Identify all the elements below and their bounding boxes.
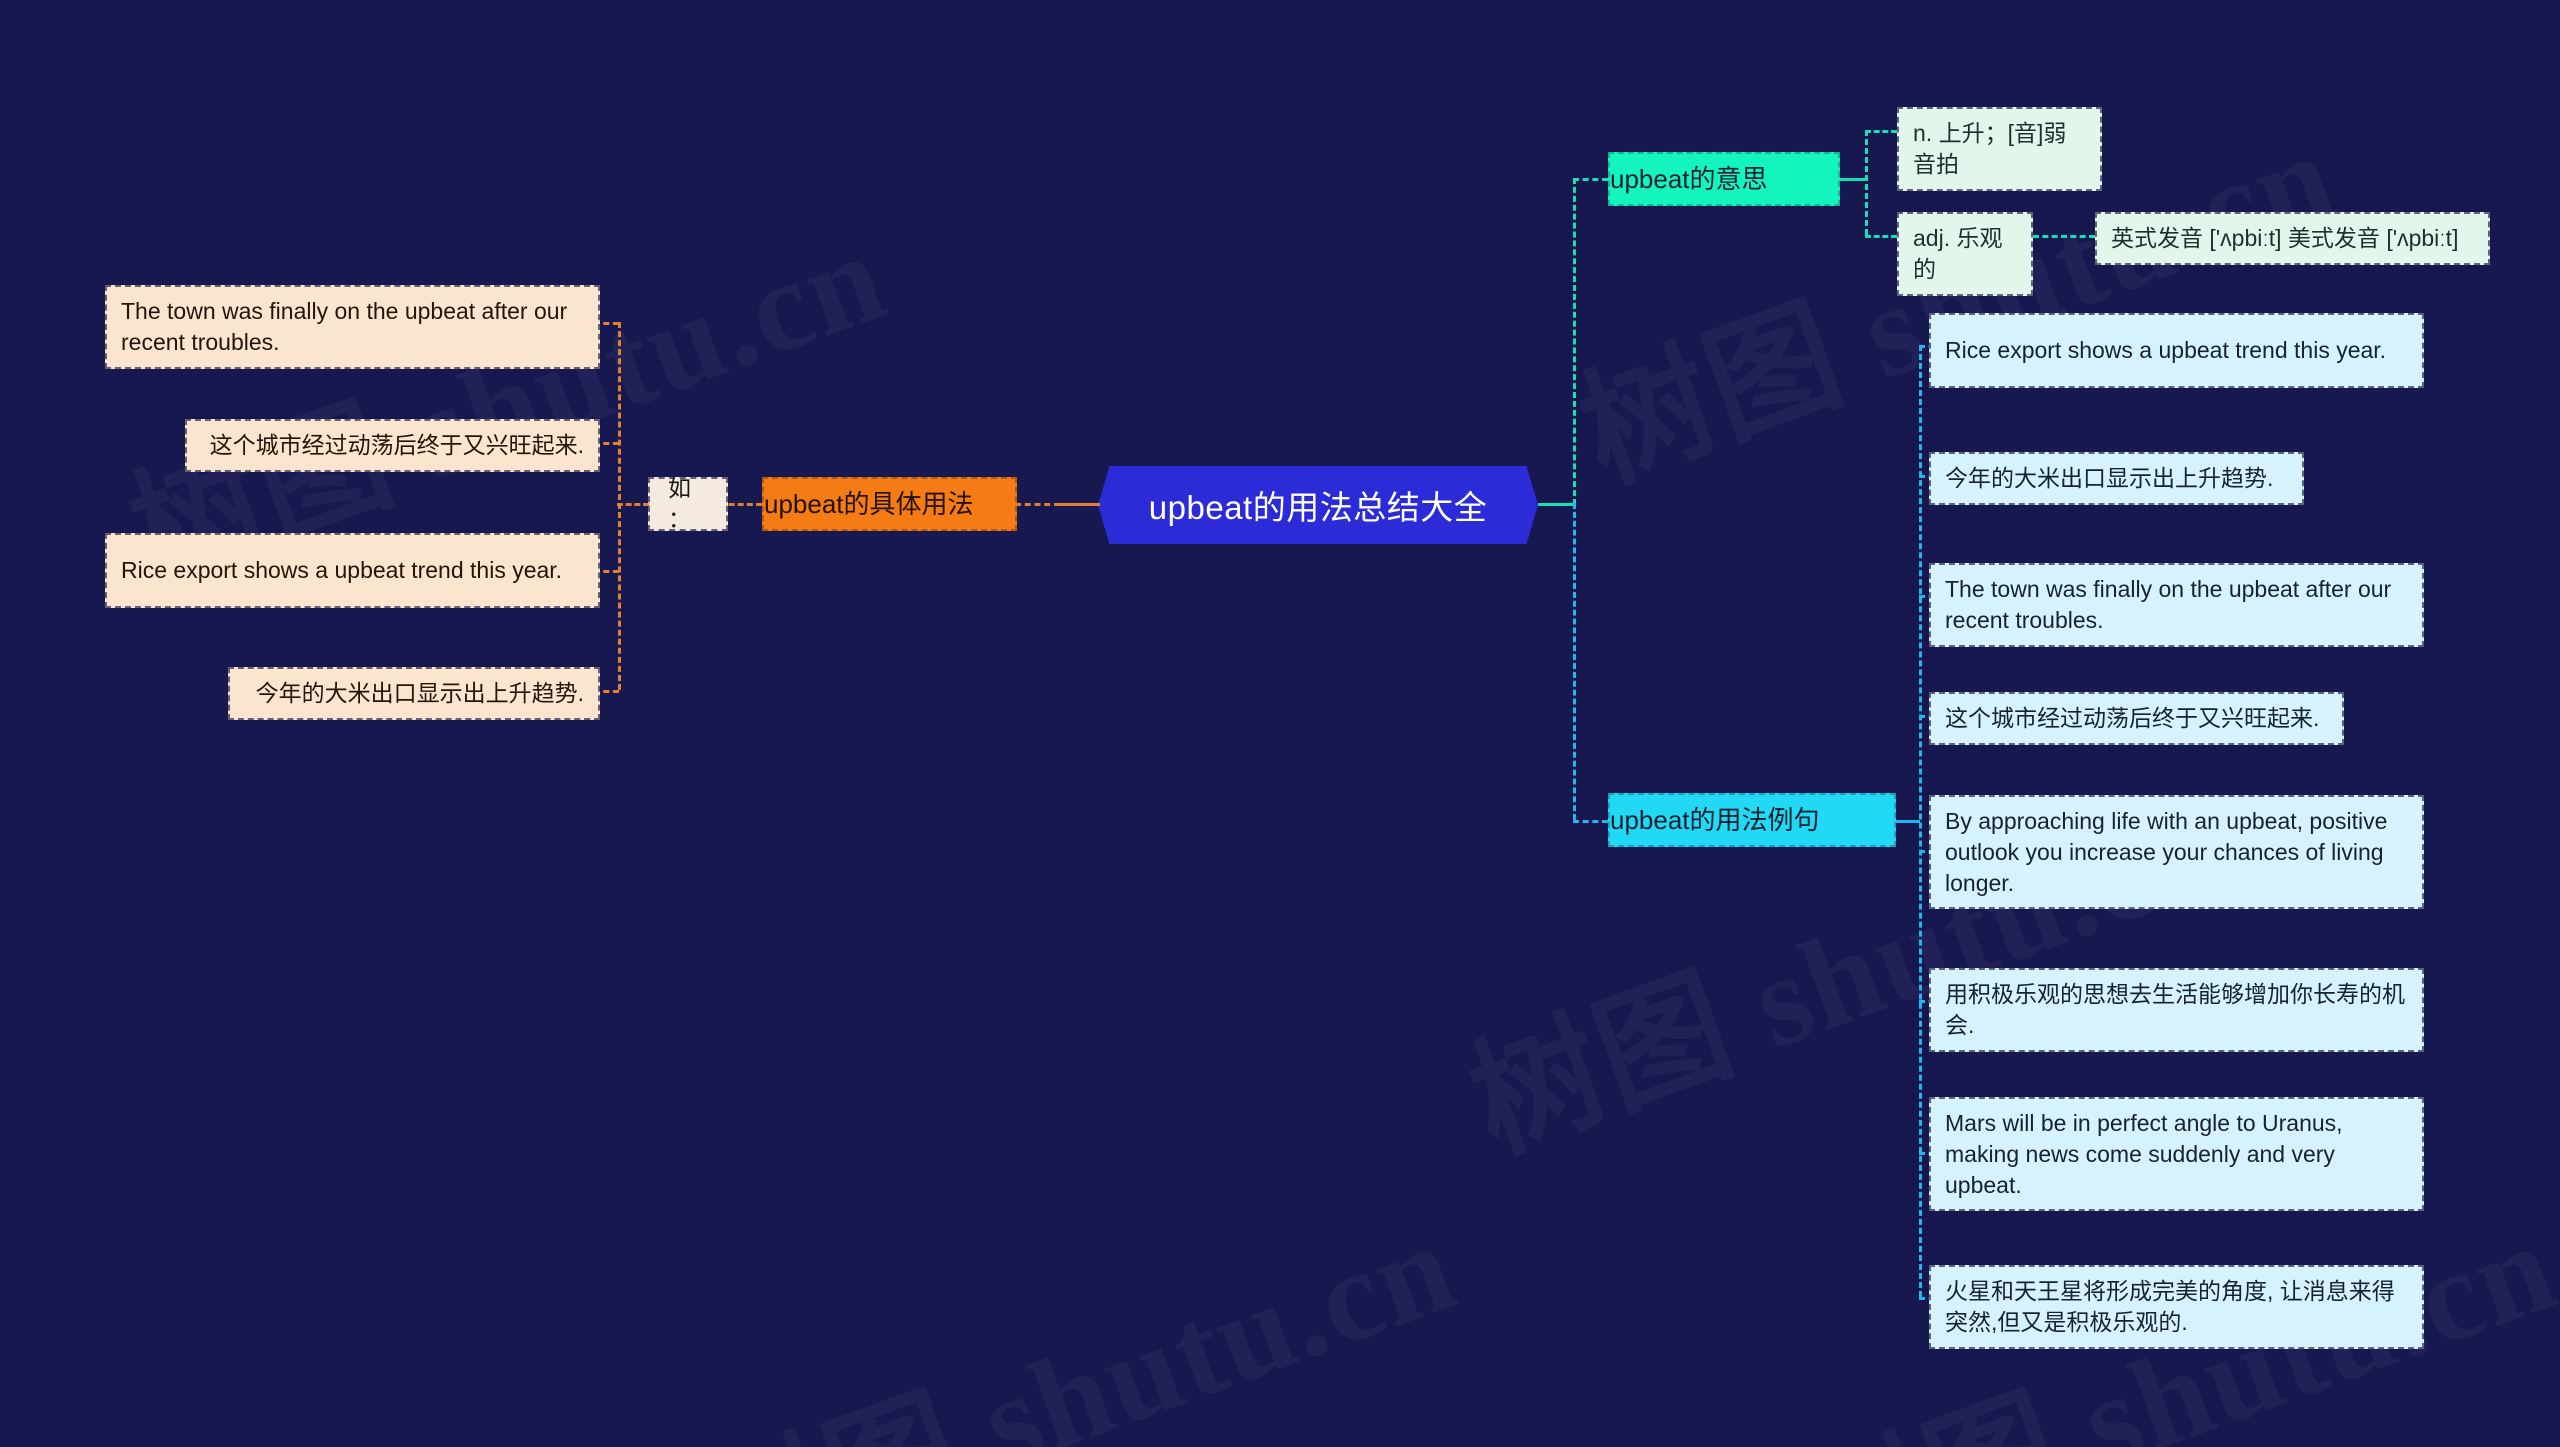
leaf-examples-3[interactable]: 这个城市经过动荡后终于又兴旺起来. xyxy=(1929,692,2344,745)
leaf-examples-4[interactable]: By approaching life with an upbeat, posi… xyxy=(1929,795,2424,910)
leaf-usage-3[interactable]: 今年的大米出口显示出上升趋势. xyxy=(228,667,600,720)
trunk-up-meaning xyxy=(1573,178,1576,505)
leaf-usage-2[interactable]: Rice export shows a upbeat trend this ye… xyxy=(105,533,600,608)
branch-usage-label: upbeat的具体用法 xyxy=(764,488,974,519)
meaning-right-stub xyxy=(1840,178,1866,181)
connector-to-usage xyxy=(1015,503,1060,506)
leaf-usage-1[interactable]: 这个城市经过动荡后终于又兴旺起来. xyxy=(185,419,600,472)
connector-to-meaning xyxy=(1573,178,1608,181)
leaf-examples-6-label: Mars will be in perfect angle to Uranus,… xyxy=(1945,1110,2343,1198)
node-ru-label: 如： xyxy=(668,475,691,532)
leaf-usage-3-label: 今年的大米出口显示出上升趋势. xyxy=(255,680,584,706)
leaf-meaning-1-label: adj. 乐观的 xyxy=(1913,225,2003,282)
leaf-examples-1-label: 今年的大米出口显示出上升趋势. xyxy=(1945,465,2274,491)
branch-examples-label: upbeat的用法例句 xyxy=(1610,804,1820,835)
branch-usage[interactable]: upbeat的具体用法 xyxy=(762,477,1017,531)
leaf-examples-7[interactable]: 火星和天王星将形成完美的角度, 让消息来得突然,但又是积极乐观的. xyxy=(1929,1265,2424,1349)
mindmap-canvas: 树图 shutu.cn 树图 shutu.cn 树图 shutu.cn 树图 s… xyxy=(0,0,2560,1447)
branch-meaning[interactable]: upbeat的意思 xyxy=(1608,152,1840,206)
ru-left-stub xyxy=(617,503,649,506)
branch-meaning-label: upbeat的意思 xyxy=(1610,163,1768,194)
node-ru[interactable]: 如： xyxy=(648,475,728,532)
connector-meaning-leaf-0 xyxy=(1865,130,1897,133)
leaf-usage-0[interactable]: The town was finally on the upbeat after… xyxy=(105,285,600,369)
leaf-meaning-0[interactable]: n. 上升；[音]弱音拍 xyxy=(1897,107,2102,191)
usage-vertical xyxy=(618,322,621,690)
leaf-pronunciation[interactable]: 英式发音 ['ʌpbiːt] 美式发音 ['ʌpbiːt] xyxy=(2095,212,2490,265)
watermark: 树图 shutu.cn xyxy=(672,1161,1477,1447)
connector-pronunciation xyxy=(2033,235,2095,238)
leaf-pronunciation-label: 英式发音 ['ʌpbiːt] 美式发音 ['ʌpbiːt] xyxy=(2111,225,2459,251)
leaf-examples-2-label: The town was finally on the upbeat after… xyxy=(1945,576,2392,633)
leaf-examples-2[interactable]: The town was finally on the upbeat after… xyxy=(1929,563,2424,647)
branch-examples[interactable]: upbeat的用法例句 xyxy=(1608,793,1896,847)
meaning-vertical xyxy=(1865,130,1868,235)
connector-to-examples xyxy=(1573,820,1608,823)
leaf-examples-5-label: 用积极乐观的思想去生活能够增加你长寿的机会. xyxy=(1945,981,2405,1038)
leaf-usage-0-label: The town was finally on the upbeat after… xyxy=(121,298,568,355)
leaf-meaning-1[interactable]: adj. 乐观的 xyxy=(1897,212,2033,296)
leaf-examples-0[interactable]: Rice export shows a upbeat trend this ye… xyxy=(1929,313,2424,388)
leaf-examples-6[interactable]: Mars will be in perfect angle to Uranus,… xyxy=(1929,1097,2424,1212)
leaf-examples-5[interactable]: 用积极乐观的思想去生活能够增加你长寿的机会. xyxy=(1929,968,2424,1052)
leaf-usage-1-label: 这个城市经过动荡后终于又兴旺起来. xyxy=(209,432,584,458)
leaf-meaning-0-label: n. 上升；[音]弱音拍 xyxy=(1913,120,2067,177)
connector-meaning-leaf-1 xyxy=(1865,235,1897,238)
root-left-stub xyxy=(1055,503,1100,506)
leaf-examples-3-label: 这个城市经过动荡后终于又兴旺起来. xyxy=(1945,705,2320,731)
root-label: upbeat的用法总结大全 xyxy=(1148,489,1488,526)
root-right-stub xyxy=(1538,503,1574,506)
trunk-down-examples xyxy=(1573,503,1576,820)
examples-vertical xyxy=(1919,345,1922,1297)
examples-right-stub xyxy=(1896,820,1920,823)
root-node[interactable]: upbeat的用法总结大全 xyxy=(1098,466,1538,544)
leaf-examples-4-label: By approaching life with an upbeat, posi… xyxy=(1945,808,2388,896)
leaf-examples-0-label: Rice export shows a upbeat trend this ye… xyxy=(1945,337,2387,364)
leaf-examples-1[interactable]: 今年的大米出口显示出上升趋势. xyxy=(1929,452,2304,505)
leaf-examples-7-label: 火星和天王星将形成完美的角度, 让消息来得突然,但又是积极乐观的. xyxy=(1945,1278,2395,1335)
leaf-usage-2-label: Rice export shows a upbeat trend this ye… xyxy=(121,557,563,584)
